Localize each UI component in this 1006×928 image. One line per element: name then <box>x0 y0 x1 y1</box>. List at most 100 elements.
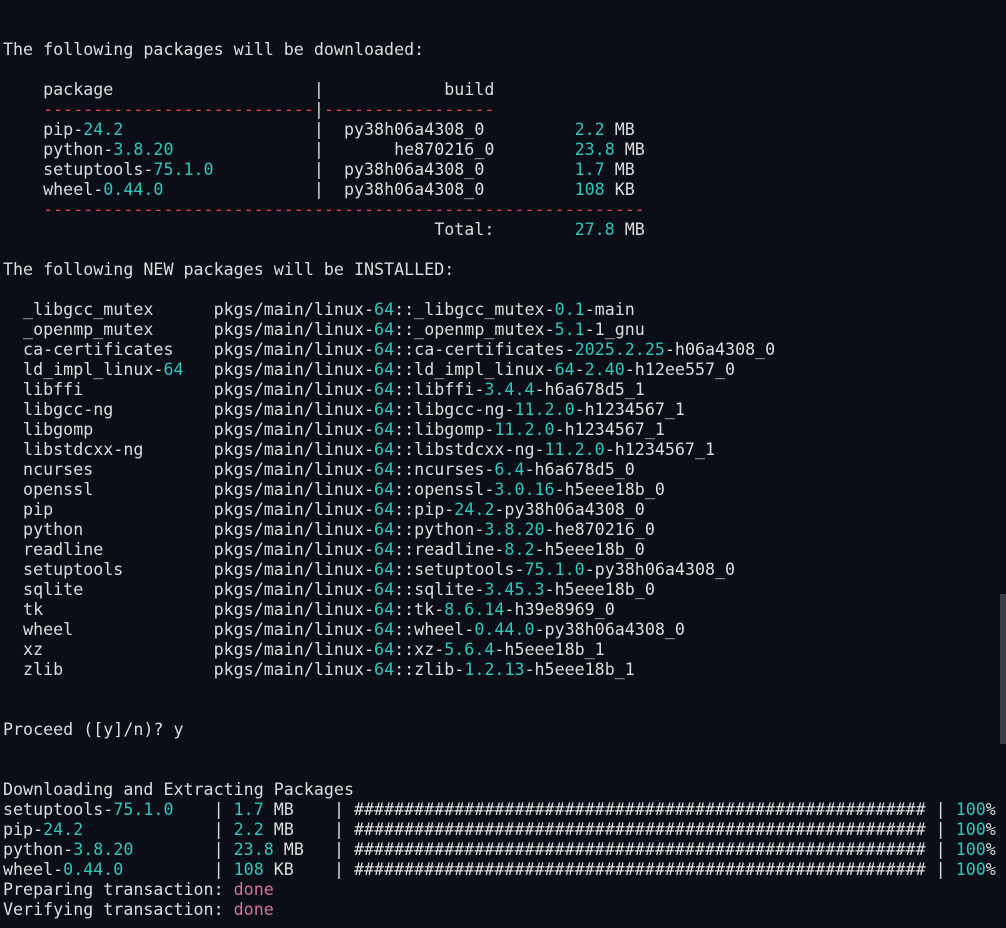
terminal-text-run: python- <box>3 140 114 159</box>
terminal-text-run: package | build <box>3 80 495 99</box>
terminal-text-run: The following NEW packages will be INSTA… <box>3 260 455 279</box>
terminal-text-run: libstdcxx-ng pkgs/main/linux- <box>3 440 375 459</box>
terminal-text-run: ::xz- <box>394 640 445 659</box>
terminal-text-run: Total: <box>3 220 575 239</box>
terminal-text-run: -h12ee557_0 <box>624 360 736 379</box>
terminal-line: python-3.8.20 | he870216_0 23.8 MB <box>3 140 998 160</box>
terminal-text-run: -h1234567_1 <box>574 400 685 419</box>
terminal-text-run: -py38h06a4308_0 <box>494 500 645 519</box>
terminal-text-run: 23.8 <box>574 140 615 159</box>
terminal-text-run: 24.2 <box>454 500 495 519</box>
terminal-text-run: MB | ###################################… <box>273 840 956 859</box>
terminal-text-run: ::ld_impl_linux- <box>394 360 555 379</box>
terminal-text-run: 3.4.4 <box>484 380 535 399</box>
terminal-text-run: 64 <box>374 560 395 579</box>
terminal-text-run: -h5eee18b_1 <box>494 640 605 659</box>
terminal-text-run: ::readline- <box>394 540 505 559</box>
terminal-line: python-3.8.20 | 23.8 MB | ##############… <box>3 840 998 860</box>
terminal-text-run: libgcc-ng pkgs/main/linux- <box>3 400 375 419</box>
terminal-text-run: ::_openmp_mutex- <box>394 320 555 339</box>
terminal-line: Preparing transaction: done <box>3 880 998 900</box>
terminal-text-run: wheel- <box>3 860 64 879</box>
terminal-line: python pkgs/main/linux-64::python-3.8.20… <box>3 520 998 540</box>
terminal-text-run: ::libgcc-ng- <box>394 400 515 419</box>
terminal-text-run: -h6a678d5_1 <box>534 380 645 399</box>
terminal-text-run: 5.1 <box>554 320 585 339</box>
terminal-line: readline pkgs/main/linux-64::readline-8.… <box>3 540 998 560</box>
terminal-text-run: 3.8.20 <box>484 520 545 539</box>
terminal-text-run: 3.8.20 <box>73 840 134 859</box>
terminal-line: setuptools pkgs/main/linux-64::setuptool… <box>3 560 998 580</box>
terminal-line: wheel pkgs/main/linux-64::wheel-0.44.0-p… <box>3 620 998 640</box>
terminal-line: _openmp_mutex pkgs/main/linux-64::_openm… <box>3 320 998 340</box>
terminal-text-run: 1.7 <box>233 800 264 819</box>
terminal-text-run: MB | ###################################… <box>263 800 956 819</box>
terminal-text-run: ----------------- <box>323 100 495 119</box>
terminal-text-run: 64 <box>374 400 395 419</box>
terminal-text-run: 6.4 <box>494 460 525 479</box>
terminal-text-run: 64 <box>374 580 395 599</box>
terminal-text-run: % <box>985 840 996 859</box>
terminal-text-run: -h5eee18b_0 <box>544 580 655 599</box>
terminal-text-run: 11.2.0 <box>494 420 555 439</box>
terminal-text-run: 0.44.0 <box>63 860 124 879</box>
terminal-text-run: Preparing transaction: <box>3 880 234 899</box>
terminal-text-run: ld_impl_linux- <box>3 360 164 379</box>
terminal-line: libgcc-ng pkgs/main/linux-64::libgcc-ng-… <box>3 400 998 420</box>
terminal-text-run: Proceed ([y]/n)? y <box>3 720 184 739</box>
terminal-text-run: pip pkgs/main/linux- <box>3 500 375 519</box>
terminal-line: Proceed ([y]/n)? y <box>3 720 998 740</box>
terminal-text-run: MB <box>604 160 635 179</box>
terminal-text-run: setuptools- <box>3 160 154 179</box>
terminal-text-run: ::wheel- <box>394 620 475 639</box>
terminal-text-run: 100 <box>955 860 986 879</box>
terminal-text-run: -h6a678d5_0 <box>524 460 635 479</box>
terminal-text-run: -h39e8969_0 <box>504 600 615 619</box>
terminal-line: ---------------------------|------------… <box>3 100 998 120</box>
terminal-text-run: | <box>173 800 234 819</box>
terminal-line: Total: 27.8 MB <box>3 220 998 240</box>
terminal-text-run: 5.6.4 <box>444 640 495 659</box>
terminal-text-run: MB <box>614 220 645 239</box>
terminal-text-run: -h5eee18b_0 <box>554 480 665 499</box>
terminal-text-run: python- <box>3 840 74 859</box>
terminal-window[interactable]: The following packages will be downloade… <box>0 0 1006 928</box>
terminal-text-run: python pkgs/main/linux- <box>3 520 375 539</box>
terminal-text-run: ::openssl- <box>394 480 495 499</box>
terminal-text-run: 0.44.0 <box>103 180 164 199</box>
terminal-line: openssl pkgs/main/linux-64::openssl-3.0.… <box>3 480 998 500</box>
terminal-text-run: | <box>313 100 324 119</box>
terminal-text-run: 0.1 <box>554 300 585 319</box>
terminal-text-run: Downloading and Extracting Packages <box>3 780 354 799</box>
terminal-text-run: MB <box>604 120 635 139</box>
terminal-text-run: 64 <box>374 460 395 479</box>
terminal-text-run: ::_libgcc_mutex- <box>394 300 555 319</box>
terminal-text-run: 100 <box>955 840 986 859</box>
terminal-line: libffi pkgs/main/linux-64::libffi-3.4.4-… <box>3 380 998 400</box>
terminal-text-run: done <box>233 880 274 899</box>
terminal-text-run: 64 <box>374 640 395 659</box>
terminal-text-run: -he870216_0 <box>544 520 655 539</box>
terminal-text-run: 8.2 <box>504 540 535 559</box>
terminal-text-run: openssl pkgs/main/linux- <box>3 480 375 499</box>
terminal-text-run: 64 <box>374 380 395 399</box>
terminal-text-run: | <box>123 860 234 879</box>
terminal-text-run: 23.8 <box>233 840 274 859</box>
terminal-line: wheel-0.44.0 | py38h06a4308_0 108 KB <box>3 180 998 200</box>
terminal-text-run: | py38h06a4308_0 <box>123 120 575 139</box>
terminal-text-run: 8.6.14 <box>444 600 505 619</box>
terminal-line: ld_impl_linux-64 pkgs/main/linux-64::ld_… <box>3 360 998 380</box>
scrollbar-thumb[interactable] <box>1000 594 1006 744</box>
terminal-text-run: 64 <box>374 520 395 539</box>
terminal-text-run: setuptools- <box>3 800 114 819</box>
terminal-text-run: 11.2.0 <box>514 400 575 419</box>
terminal-text-run: 24.2 <box>83 120 124 139</box>
terminal-text-run: 2025.2.25 <box>574 340 665 359</box>
terminal-text-run: ::pip- <box>394 500 455 519</box>
